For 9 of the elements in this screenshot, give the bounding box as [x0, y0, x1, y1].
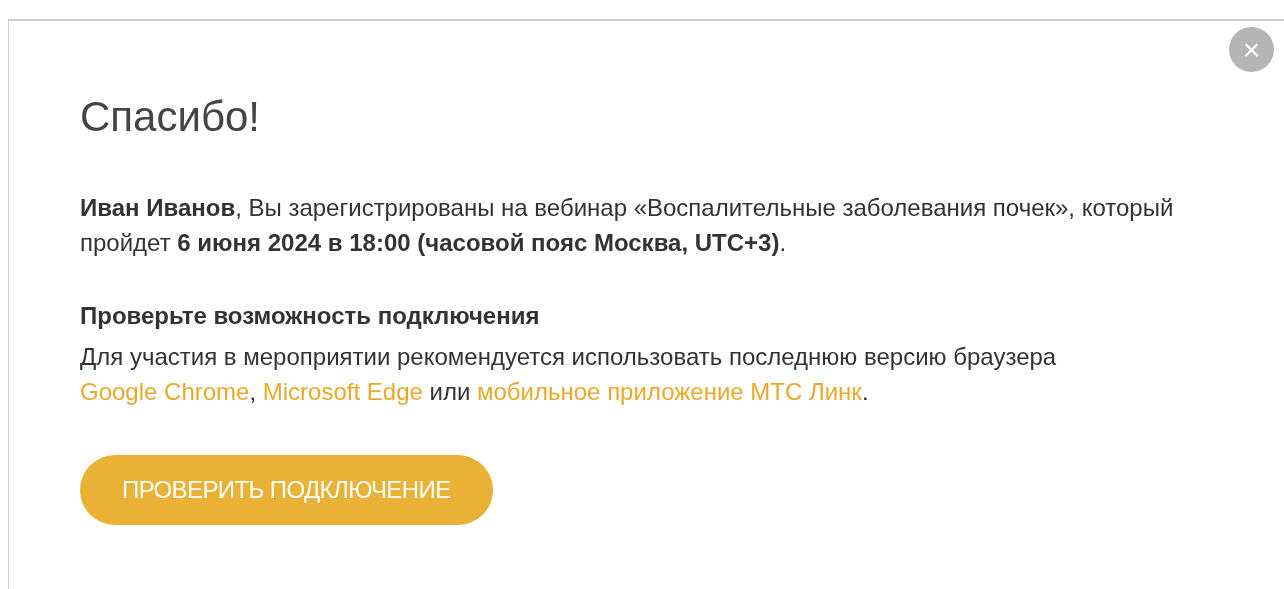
browser-recommendation: Для участия в мероприятии рекомендуется использовать последнюю версию браузера Google Chrome, Microsoft Edge или мобильное приложение МТС Линк.	[80, 341, 1058, 407]
registration-message: Иван Иванов, Вы зарегистрированы на вебинар «Воспалительные заболевания почек», который пройдет 6 июня 2024 в 18:00 (часовой пояс Москва, UTC+3).	[80, 192, 1175, 258]
browser-link[interactable]: Google Chrome	[80, 377, 250, 405]
browser-link[interactable]: Microsoft Edge	[262, 377, 423, 405]
browser-link[interactable]: мобильное приложение МТС Линк	[477, 377, 862, 405]
check-connection-button[interactable]: ПРОВЕРИТЬ ПОДКЛЮЧЕНИЕ	[80, 454, 493, 525]
close-button[interactable]: ×	[1229, 27, 1274, 72]
dialog-title: Спасибо!	[80, 92, 261, 142]
section-heading: Проверьте возможность подключения	[80, 300, 541, 331]
